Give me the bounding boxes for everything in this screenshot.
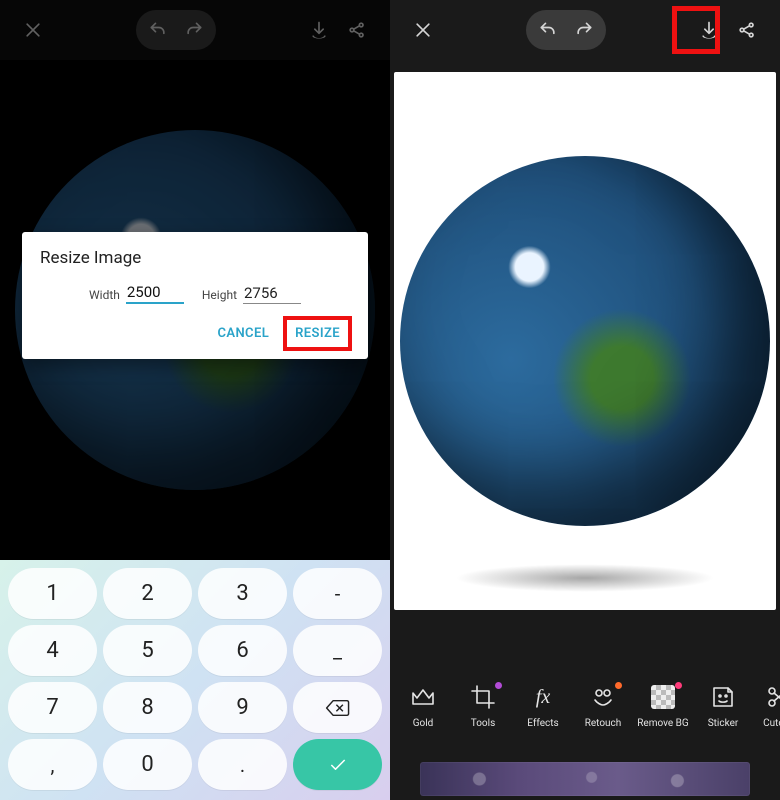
right-canvas[interactable] xyxy=(394,72,776,610)
retouch-icon xyxy=(590,684,616,710)
checker-icon xyxy=(651,685,675,709)
sticker-icon xyxy=(710,684,736,710)
crop-icon xyxy=(470,684,496,710)
right-topbar xyxy=(390,0,780,60)
topbar-dim xyxy=(0,0,390,60)
width-label: Width xyxy=(89,288,120,304)
dialog-actions: CANCEL RESIZE xyxy=(40,318,350,349)
download-button-right[interactable] xyxy=(690,11,728,49)
ad-banner[interactable] xyxy=(420,762,750,796)
key-dot[interactable]: . xyxy=(198,739,287,790)
crown-icon xyxy=(410,684,436,710)
tool-label: Retouch xyxy=(585,718,622,729)
key-underscore[interactable]: _ xyxy=(293,625,382,676)
download-icon xyxy=(699,20,719,40)
bottom-toolstrip: Gold Tools fx Effects Retouch Remove BG … xyxy=(390,672,780,760)
key-3[interactable]: 3 xyxy=(198,568,287,619)
key-0[interactable]: 0 xyxy=(103,739,192,790)
tool-label: Sticker xyxy=(708,718,739,729)
dialog-title: Resize Image xyxy=(40,248,350,268)
badge-dot xyxy=(495,682,502,689)
width-field: Width xyxy=(89,282,184,304)
key-5[interactable]: 5 xyxy=(103,625,192,676)
key-4[interactable]: 4 xyxy=(8,625,97,676)
resize-button[interactable]: RESIZE xyxy=(285,318,350,349)
check-icon xyxy=(325,755,351,775)
redo-button-right[interactable] xyxy=(568,14,600,46)
right-pane: Gold Tools fx Effects Retouch Remove BG … xyxy=(390,0,780,800)
undo-icon xyxy=(538,20,558,40)
key-backspace[interactable] xyxy=(293,682,382,733)
tool-label: Cutout xyxy=(763,718,780,729)
key-8[interactable]: 8 xyxy=(103,682,192,733)
key-9[interactable]: 9 xyxy=(198,682,287,733)
share-button-right[interactable] xyxy=(728,11,766,49)
key-done[interactable] xyxy=(293,739,382,790)
scissors-icon xyxy=(765,684,780,710)
left-pane: Resize Image Width Height CANCEL RESIZE … xyxy=(0,0,390,800)
close-button-right[interactable] xyxy=(404,11,442,49)
key-2[interactable]: 2 xyxy=(103,568,192,619)
earth-shadow xyxy=(455,564,715,592)
undo-redo-pill-right xyxy=(526,10,606,50)
badge-dot xyxy=(675,682,682,689)
height-field: Height xyxy=(202,282,301,304)
redo-icon xyxy=(574,20,594,40)
tool-label: Gold xyxy=(413,718,434,729)
close-icon xyxy=(413,20,433,40)
key-1[interactable]: 1 xyxy=(8,568,97,619)
tool-label: Effects xyxy=(527,718,558,729)
height-label: Height xyxy=(202,288,237,304)
cancel-button[interactable]: CANCEL xyxy=(207,318,279,349)
tool-effects[interactable]: fx Effects xyxy=(514,680,572,756)
key-comma[interactable]: , xyxy=(8,739,97,790)
key-dash[interactable]: - xyxy=(293,568,382,619)
tool-gold[interactable]: Gold xyxy=(394,680,452,756)
key-7[interactable]: 7 xyxy=(8,682,97,733)
key-6[interactable]: 6 xyxy=(198,625,287,676)
share-icon xyxy=(737,20,757,40)
backspace-icon xyxy=(325,698,351,718)
tool-cutout[interactable]: Cutout xyxy=(754,680,780,756)
tool-removebg[interactable]: Remove BG xyxy=(634,680,692,756)
resize-dialog: Resize Image Width Height CANCEL RESIZE xyxy=(22,232,368,359)
tool-label: Remove BG xyxy=(637,718,688,729)
numeric-keypad: 1 2 3 - 4 5 6 _ 7 8 9 , 0 . xyxy=(0,560,390,800)
dialog-fields: Width Height xyxy=(40,282,350,304)
fx-icon: fx xyxy=(536,686,550,709)
tool-sticker[interactable]: Sticker xyxy=(694,680,752,756)
earth-image-right xyxy=(400,156,770,526)
tool-retouch[interactable]: Retouch xyxy=(574,680,632,756)
tool-tools[interactable]: Tools xyxy=(454,680,512,756)
height-input[interactable] xyxy=(243,283,301,304)
tool-label: Tools xyxy=(471,718,495,729)
badge-dot xyxy=(615,682,622,689)
undo-button-right[interactable] xyxy=(532,14,564,46)
width-input[interactable] xyxy=(126,282,184,304)
